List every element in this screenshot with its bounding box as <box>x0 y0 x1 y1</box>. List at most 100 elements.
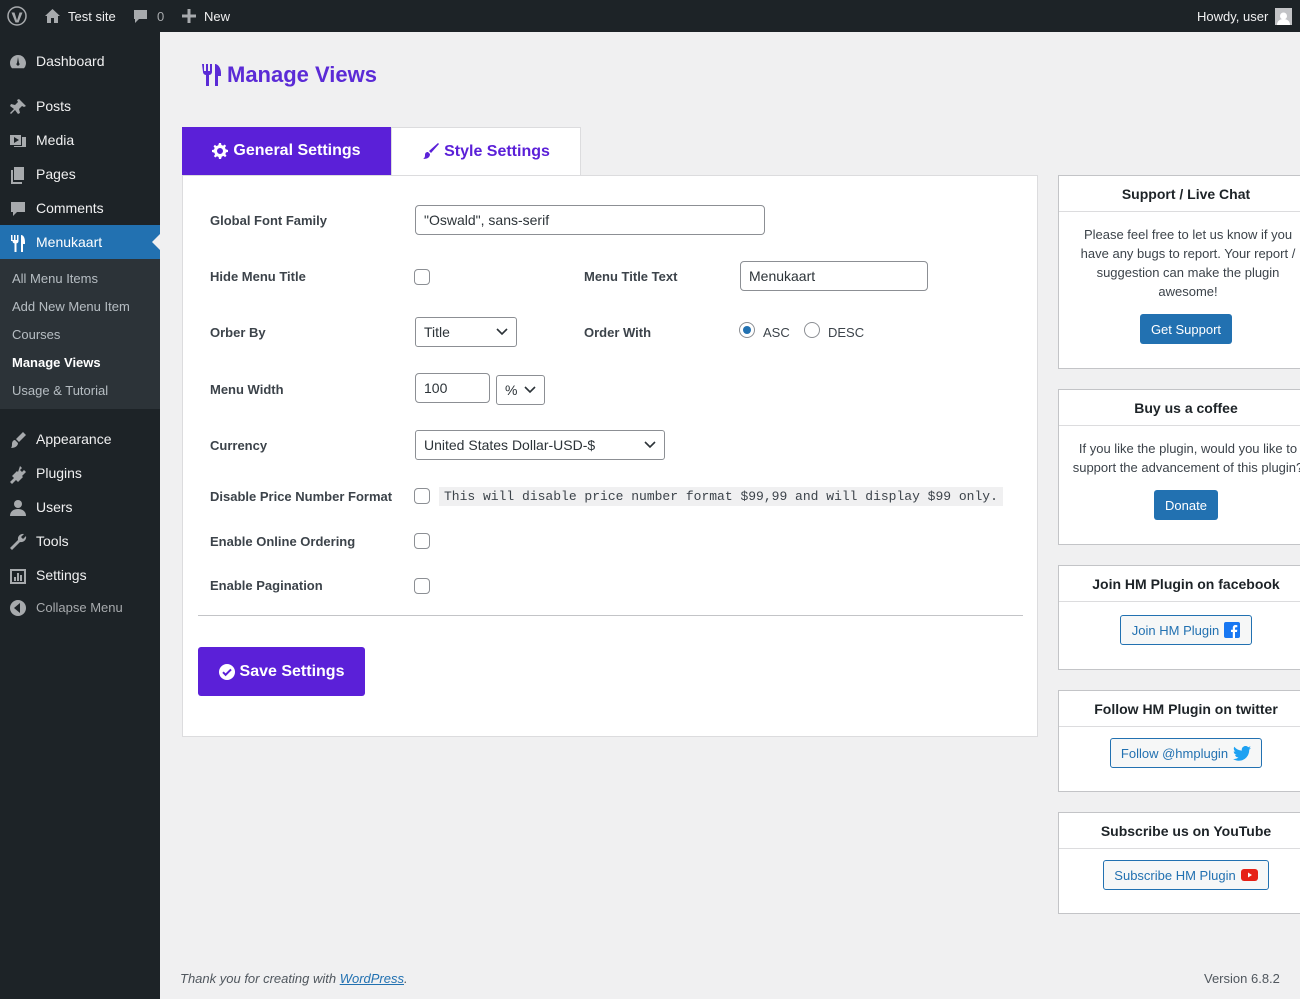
submenu-manage-views[interactable]: Manage Views <box>12 355 101 370</box>
submenu-courses[interactable]: Courses <box>12 327 60 342</box>
new-label: New <box>204 8 231 24</box>
menu-label: Pages <box>36 166 76 182</box>
enable-pagination-label: Enable Pagination <box>210 578 323 593</box>
paintbrush-icon <box>422 143 444 160</box>
tab-general-settings[interactable]: General Settings <box>182 127 391 175</box>
tab-style-settings[interactable]: Style Settings <box>391 127 581 175</box>
comments-count: 0 <box>157 8 165 24</box>
enable-online-ordering-label: Enable Online Ordering <box>210 534 356 549</box>
menu-posts[interactable]: Posts <box>0 89 160 123</box>
menu-title-text-input[interactable]: Menukaart <box>740 261 928 291</box>
collapse-menu-button[interactable]: Collapse Menu <box>0 590 160 624</box>
media-icon <box>8 131 28 151</box>
enable-online-ordering-checkbox[interactable] <box>414 533 430 549</box>
footer-version: Version 6.8.2 <box>1204 971 1280 986</box>
menu-appearance[interactable]: Appearance <box>0 422 160 456</box>
chevron-down-icon <box>496 327 508 337</box>
menu-users[interactable]: Users <box>0 490 160 524</box>
save-settings-button[interactable]: Save Settings <box>198 647 365 696</box>
admin-bar: Test site 0 New Howdy, user <box>0 0 1300 32</box>
admin-sidebar: Dashboard Posts Media Pages Comments Men… <box>0 32 160 999</box>
twitter-bird-icon <box>1228 745 1252 761</box>
my-account-link[interactable]: Howdy, user <box>1197 0 1293 32</box>
menu-width-input[interactable]: 100 <box>415 373 490 403</box>
hide-menu-title-label: Hide Menu Title <box>210 269 306 284</box>
utensils-icon <box>8 233 28 253</box>
join-facebook-button[interactable]: Join HM Plugin <box>1120 615 1252 645</box>
menu-menukaart[interactable]: Menukaart <box>0 225 160 259</box>
order-by-value: Title <box>424 324 450 340</box>
site-name-link[interactable]: Test site <box>44 0 116 32</box>
comment-bubble-icon <box>133 9 148 24</box>
youtube-icon <box>1236 869 1258 881</box>
menu-comments[interactable]: Comments <box>0 191 160 225</box>
comments-link[interactable]: 0 <box>133 0 164 32</box>
submenu-all-menu-items[interactable]: All Menu Items <box>12 271 98 286</box>
menu-label: Tools <box>36 533 69 549</box>
follow-twitter-label: Follow @hmplugin <box>1120 745 1229 761</box>
menu-label: Dashboard <box>36 53 105 69</box>
utensils-icon <box>201 63 227 87</box>
menu-label: Plugins <box>36 465 82 481</box>
menu-dashboard[interactable]: Dashboard <box>0 44 160 78</box>
check-circle-icon <box>218 663 240 680</box>
new-content-link[interactable]: New <box>182 0 230 32</box>
settings-icon <box>8 566 28 586</box>
subscribe-youtube-label: Subscribe HM Plugin <box>1114 867 1236 883</box>
order-with-label: Order With <box>584 325 652 340</box>
hide-menu-title-checkbox[interactable] <box>414 269 430 285</box>
tab-label: General Settings <box>233 142 361 159</box>
menu-tools[interactable]: Tools <box>0 524 160 558</box>
coffee-widget: Buy us a coffee If you like the plugin, … <box>1058 389 1300 545</box>
enable-pagination-checkbox[interactable] <box>414 578 430 594</box>
order-by-select[interactable]: Title <box>415 317 517 347</box>
currency-value: United States Dollar-USD-$ <box>424 437 596 453</box>
menu-width-unit-select[interactable]: % <box>496 375 545 405</box>
menu-label: Appearance <box>36 431 112 447</box>
wordpress-logo-icon[interactable] <box>7 0 27 32</box>
currency-select[interactable]: United States Dollar-USD-$ <box>415 430 665 460</box>
currency-label: Currency <box>210 438 268 453</box>
collapse-menu-label: Collapse Menu <box>36 599 123 615</box>
menu-media[interactable]: Media <box>0 123 160 157</box>
howdy-text: Howdy, user <box>1197 8 1269 24</box>
coffee-widget-title: Buy us a coffee <box>1059 390 1300 426</box>
get-support-button[interactable]: Get Support <box>1140 314 1232 344</box>
global-font-family-input[interactable]: "Oswald", sans-serif <box>415 205 765 235</box>
disable-price-format-label: Disable Price Number Format <box>210 489 393 504</box>
home-icon <box>44 8 61 24</box>
submenu-add-new-menu-item[interactable]: Add New Menu Item <box>12 299 130 314</box>
wrench-icon <box>8 532 28 552</box>
order-by-label: Orber By <box>210 325 266 340</box>
submenu-usage-tutorial[interactable]: Usage & Tutorial <box>12 383 108 398</box>
menu-label: Users <box>36 499 73 515</box>
comment-icon <box>8 199 28 219</box>
order-asc-radio[interactable] <box>739 322 755 338</box>
follow-twitter-button[interactable]: Follow @hmplugin <box>1110 738 1262 768</box>
page-title-text: Manage Views <box>227 62 377 87</box>
save-settings-label: Save Settings <box>239 662 345 680</box>
support-widget-title: Support / Live Chat <box>1059 176 1300 212</box>
user-icon <box>8 498 28 518</box>
avatar <box>1275 7 1293 25</box>
menu-pages[interactable]: Pages <box>0 157 160 191</box>
donate-button[interactable]: Donate <box>1154 490 1218 520</box>
chevron-down-icon <box>524 385 536 395</box>
menukaart-submenu: All Menu Items Add New Menu Item Courses… <box>0 259 160 409</box>
order-desc-label: DESC <box>828 325 865 340</box>
menu-settings[interactable]: Settings <box>0 558 160 592</box>
dashboard-icon <box>8 52 28 72</box>
site-name: Test site <box>68 8 116 24</box>
disable-price-format-checkbox[interactable] <box>414 488 430 504</box>
footer-thanks-suffix: . <box>404 971 408 986</box>
menu-plugins[interactable]: Plugins <box>0 456 160 490</box>
order-desc-radio[interactable] <box>804 322 820 338</box>
global-font-family-label: Global Font Family <box>210 213 328 228</box>
twitter-widget-title: Follow HM Plugin on twitter <box>1059 691 1300 727</box>
wordpress-link[interactable]: WordPress <box>340 971 404 986</box>
menu-width-unit-value: % <box>505 382 518 398</box>
subscribe-youtube-button[interactable]: Subscribe HM Plugin <box>1103 860 1269 890</box>
join-facebook-label: Join HM Plugin <box>1131 622 1220 638</box>
pages-icon <box>8 165 28 185</box>
active-menu-arrow <box>152 234 160 250</box>
